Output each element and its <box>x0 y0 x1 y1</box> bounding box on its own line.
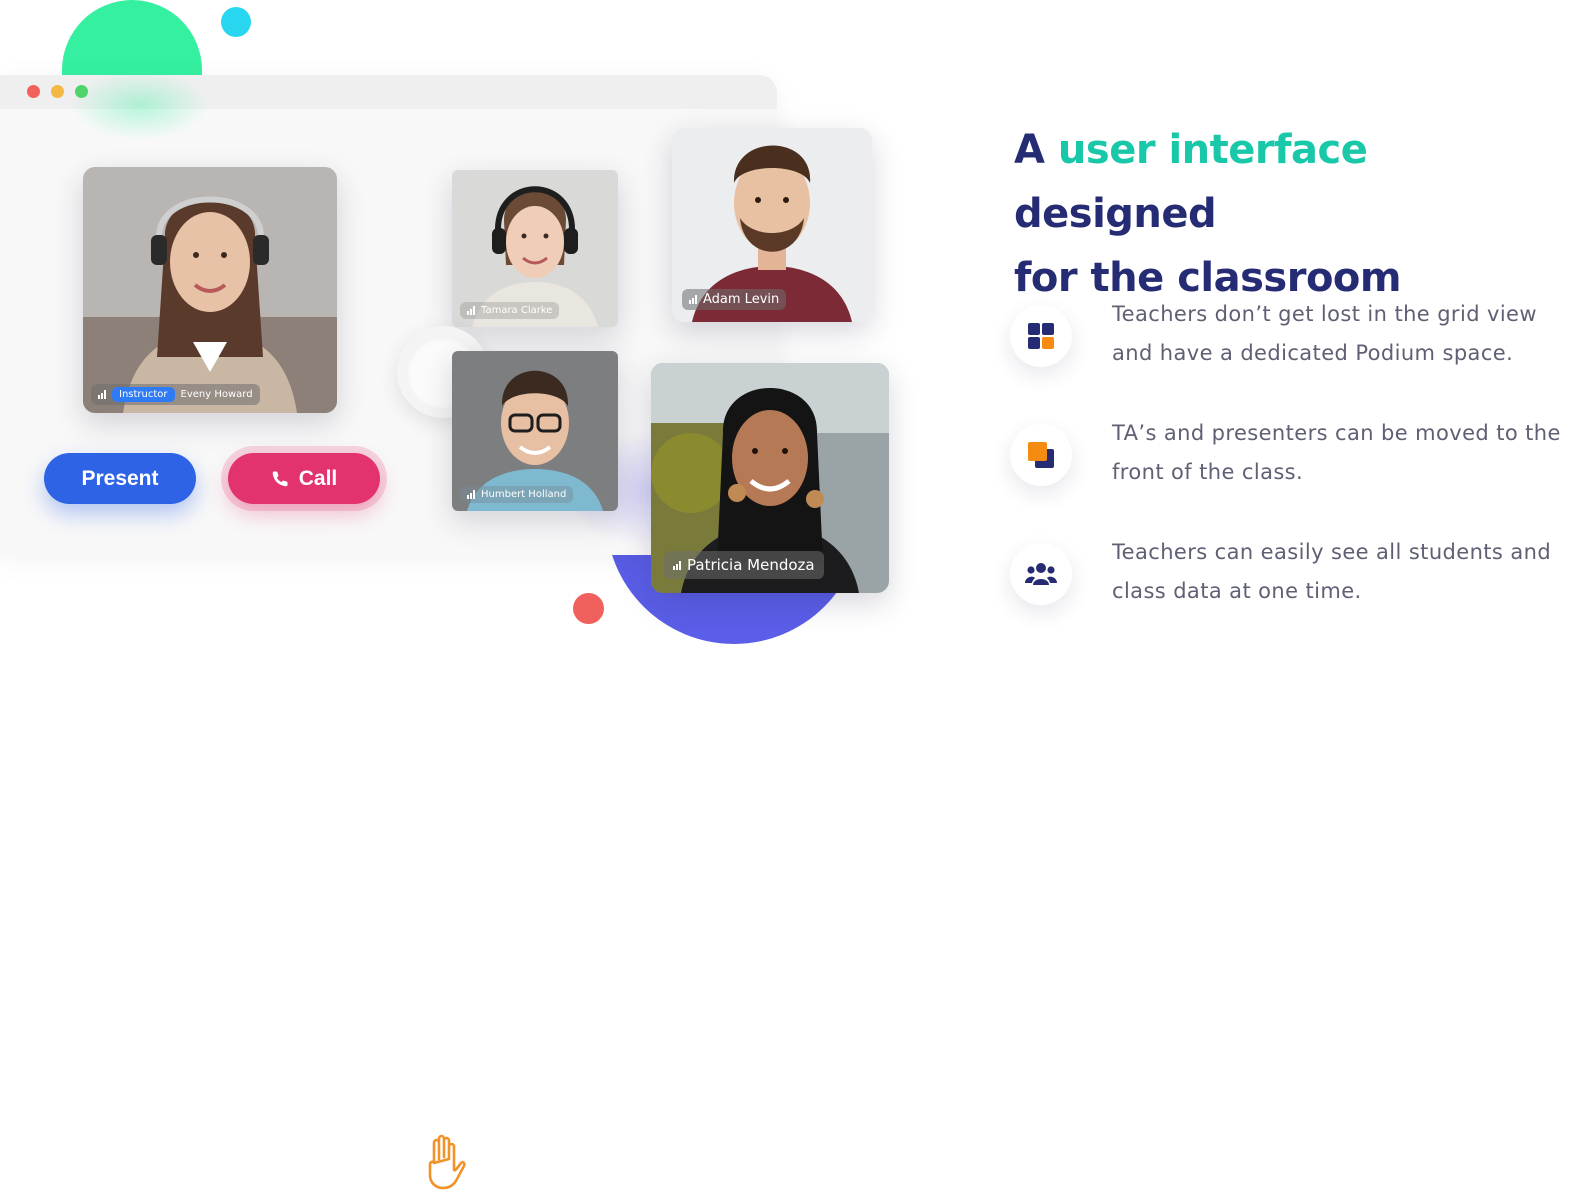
decor-red-dot <box>573 593 604 624</box>
raise-hand-icon[interactable] <box>424 1133 466 1191</box>
instructor-name: Eveny Howard <box>180 389 253 400</box>
feature-text: Teachers don’t get lost in the grid view… <box>1112 302 1537 365</box>
humbert-name: Humbert Holland <box>481 489 567 500</box>
patricia-name: Patricia Mendoza <box>687 556 815 574</box>
tamara-tag: Tamara Clarke <box>460 302 560 319</box>
video-tile-patricia[interactable]: Patricia Mendoza <box>651 363 889 593</box>
present-button[interactable]: Present <box>44 453 196 504</box>
phone-icon <box>272 471 288 486</box>
feature-icon-badge <box>1010 305 1072 367</box>
signal-bars-icon <box>98 390 106 399</box>
decor-green-glow <box>70 70 210 140</box>
tamara-name: Tamara Clarke <box>481 305 553 316</box>
heading-accent: user interface <box>1057 127 1368 173</box>
stacked-squares-icon <box>1028 442 1054 468</box>
instructor-badge: Instructor <box>112 387 175 402</box>
window-close-dot[interactable] <box>27 85 40 98</box>
feature-text: TA’s and presenters can be moved to the … <box>1112 421 1561 484</box>
humbert-tag: Humbert Holland <box>460 486 574 503</box>
call-button[interactable]: Call <box>228 453 380 504</box>
instructor-photo <box>83 167 337 413</box>
decor-green-semicircle <box>62 0 202 76</box>
video-tile-humbert[interactable]: Humbert Holland <box>452 351 618 511</box>
grid-icon <box>1028 323 1054 349</box>
heading-prefix: A <box>1014 127 1045 173</box>
instructor-tag: Instructor Eveny Howard <box>91 384 260 405</box>
signal-bars-icon <box>467 490 475 499</box>
video-tile-instructor[interactable]: Instructor Eveny Howard <box>83 167 337 413</box>
feature-text: Teachers can easily see all students and… <box>1112 540 1552 603</box>
decor-cyan-dot <box>221 7 251 37</box>
signal-bars-icon <box>689 295 697 304</box>
feature-icon-badge <box>1010 543 1072 605</box>
window-minimize-dot[interactable] <box>51 85 64 98</box>
call-button-label: Call <box>298 466 338 490</box>
signal-bars-icon <box>467 306 475 315</box>
video-tile-tamara[interactable]: Tamara Clarke <box>452 170 618 327</box>
present-button-label: Present <box>81 466 159 490</box>
adam-name: Adam Levin <box>703 292 780 307</box>
adam-tag: Adam Levin <box>682 289 787 310</box>
users-group-icon <box>1025 563 1057 585</box>
section-heading: A user interface designed for the classr… <box>1014 118 1574 310</box>
signal-bars-icon <box>673 560 681 570</box>
feature-icon-badge <box>1010 424 1072 486</box>
video-tile-adam[interactable]: Adam Levin <box>672 128 872 322</box>
heading-rest: designed <box>1014 191 1217 237</box>
patricia-tag: Patricia Mendoza <box>664 551 824 579</box>
page: Instructor Eveny Howard Tamara Clarke Ad… <box>0 0 1580 1199</box>
